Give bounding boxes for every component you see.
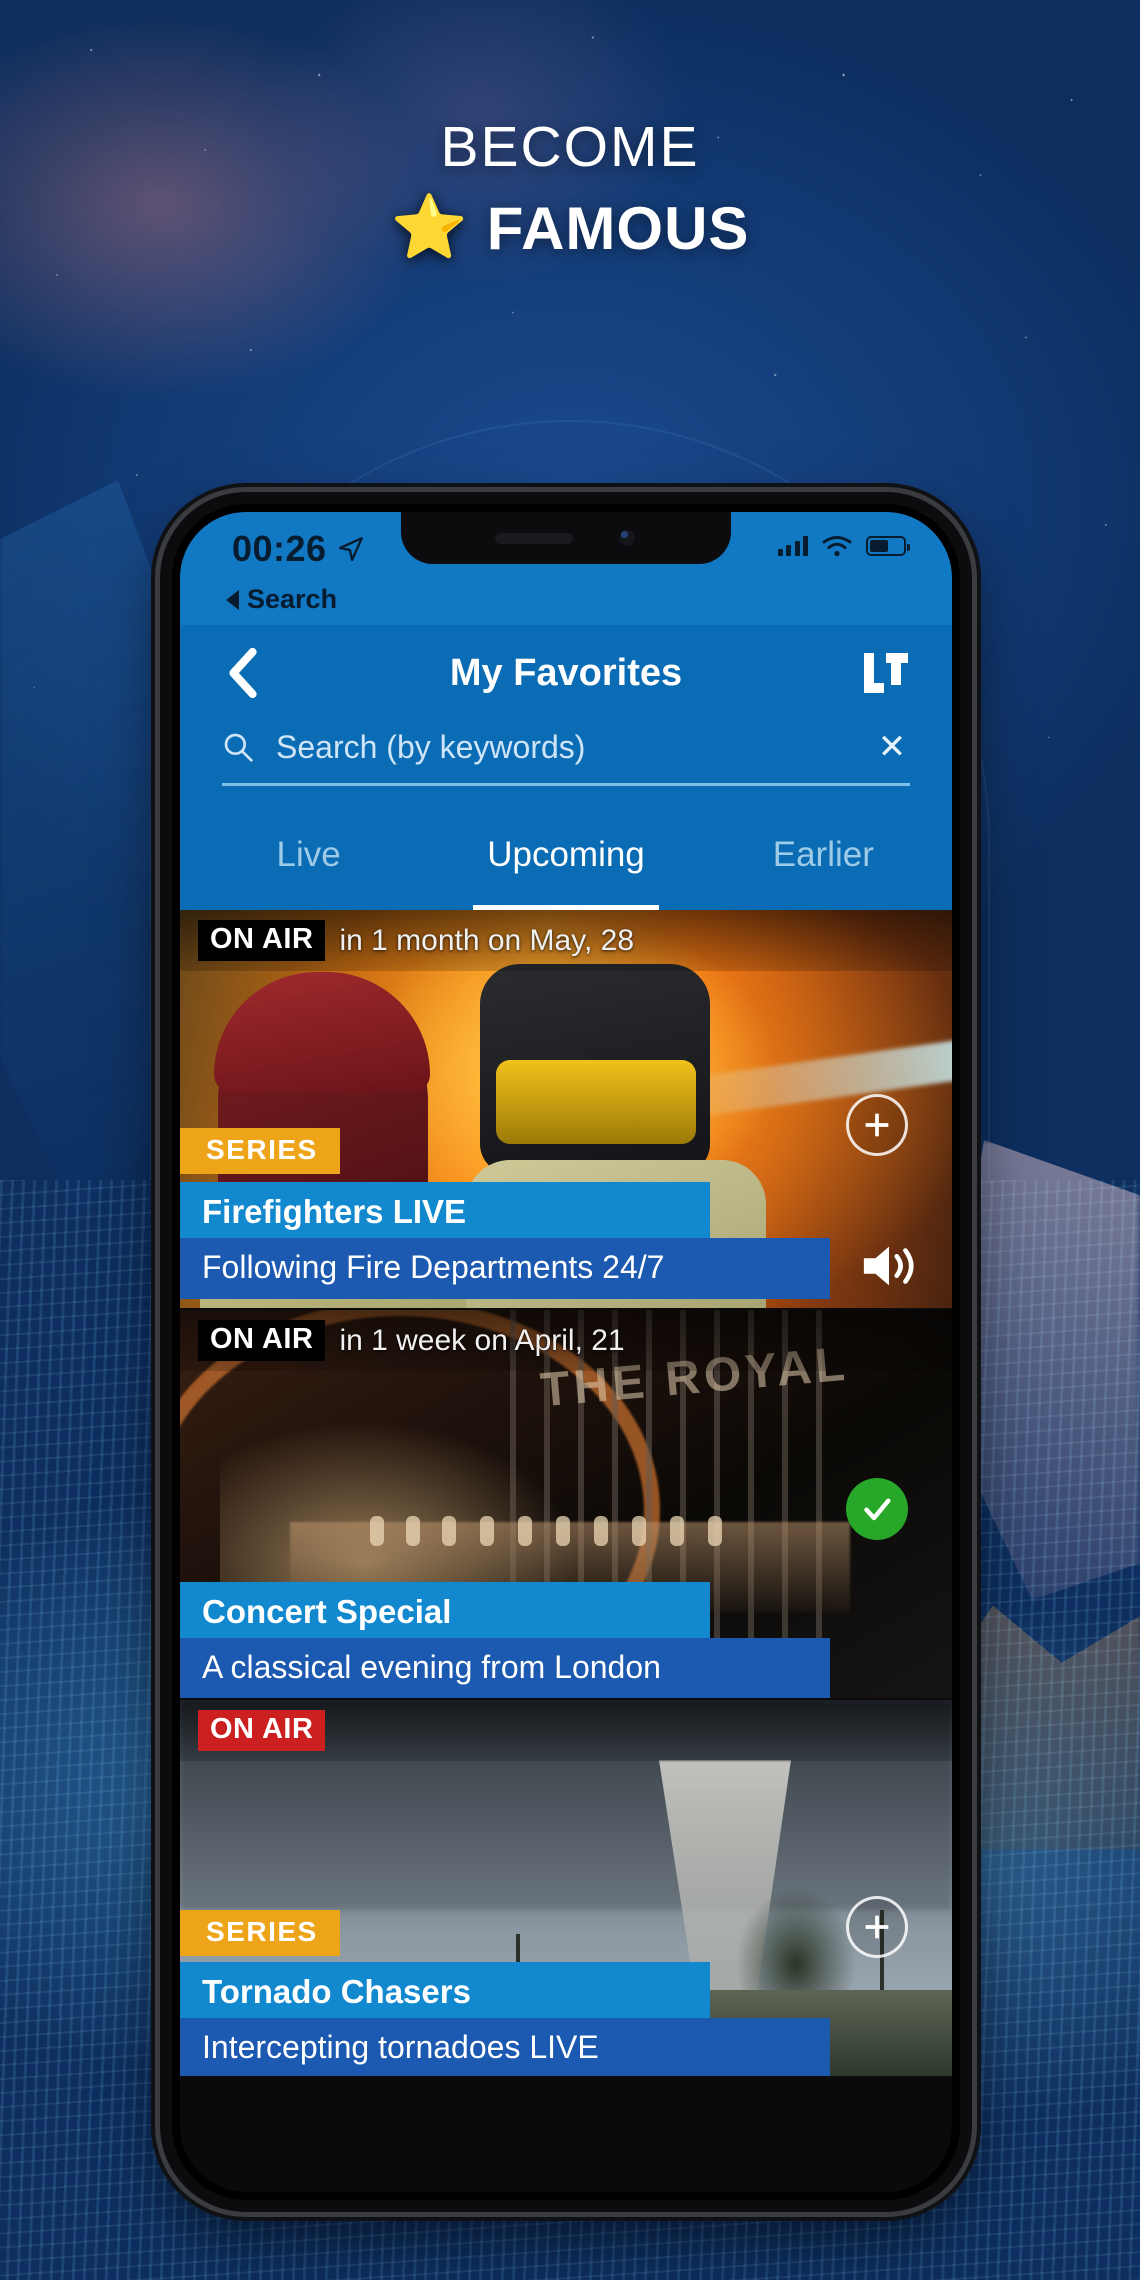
series-badge: SERIES [180,1910,340,1956]
list-item[interactable]: ON AIR in 1 month on May, 28 SERIES Fire… [180,910,952,1310]
card-title: Firefighters LIVE [180,1182,710,1244]
orchestra-member [632,1516,646,1546]
card-schedule-row: ON AIR [180,1700,952,1761]
status-badge: ON AIR [198,1320,326,1361]
card-subtitle: Following Fire Departments 24/7 [180,1238,830,1299]
add-plus-icon[interactable] [846,1896,908,1958]
search-icon [224,733,253,762]
schedule-text: in 1 month on May, 28 [339,923,635,957]
promo-headline: BECOME ⭐ FAMOUS [0,115,1140,263]
earpiece-speaker [495,532,573,544]
orchestra-member [594,1516,608,1546]
status-badge: ON AIR [198,1710,326,1751]
broadcast-feed-list[interactable]: ON AIR in 1 month on May, 28 SERIES Fire… [180,910,952,2078]
orchestra-member [370,1516,384,1546]
tab-live[interactable]: Live [180,800,437,910]
page-title: My Favorites [449,651,683,694]
orchestra-member [708,1516,722,1546]
firefighter-a-helmet [214,972,430,1092]
search-input[interactable] [276,728,852,766]
check-glyph [864,1498,891,1521]
status-bar-right [777,528,910,557]
wifi-icon [822,536,852,557]
orchestra-member [518,1516,532,1546]
speaker-on-icon[interactable] [860,1240,918,1292]
headline-line-1: BECOME [440,115,700,179]
search-section: ✕ [180,721,952,800]
card-subtitle: Intercepting tornadoes LIVE [180,2018,830,2076]
card-schedule-row: ON AIR in 1 month on May, 28 [180,910,952,971]
cellular-bars-icon [777,536,808,556]
lt-logo-icon[interactable] [860,649,912,697]
phone-bezel: 00:26 Search My Favorites Search (by key… [172,504,960,2200]
list-item[interactable]: THE ROYAL ON AIR in 1 week on April, 21 … [180,1310,952,1700]
orchestra-member [442,1516,456,1546]
back-triangle-icon [226,589,239,610]
search-row: ✕ [222,721,910,783]
headline-line-2: FAMOUS [486,194,750,262]
app-navigation-bar: My Favorites [180,625,952,721]
return-to-search-app[interactable]: Search [180,584,952,625]
check-circle-icon[interactable] [846,1478,908,1540]
tab-earlier[interactable]: Earlier [695,800,952,910]
phone-notch [401,512,731,564]
schedule-text: in 1 week on April, 21 [339,1323,625,1357]
add-plus-icon[interactable] [846,1094,908,1156]
card-title: Concert Special [180,1582,710,1644]
card-schedule-row: ON AIR in 1 week on April, 21 [180,1310,952,1371]
clear-x-icon[interactable]: ✕ [874,727,910,767]
headline-line-2-row: ⭐ FAMOUS [0,194,1140,263]
orchestra-member [406,1516,420,1546]
status-badge: ON AIR [198,920,326,961]
phone-screen: 00:26 Search My Favorites Search (by key… [180,512,952,2192]
orchestra-member [670,1516,684,1546]
orchestra-member [556,1516,570,1546]
tab-upcoming[interactable]: Upcoming [437,800,694,910]
battery-icon [866,536,910,556]
return-app-label: Search [247,584,338,614]
front-camera [617,528,637,548]
phone-device-frame: 00:26 Search My Favorites Search (by key… [160,492,972,2212]
card-subtitle: A classical evening from London [180,1638,830,1698]
firefighter-b-visor [496,1060,696,1144]
plus-glyph [865,1915,889,1939]
status-clock: 00:26 [232,528,327,569]
orchestra-member [480,1516,494,1546]
back-chevron-icon[interactable] [220,646,266,700]
plus-glyph [865,1113,889,1137]
series-badge: SERIES [180,1128,340,1174]
card-title: Tornado Chasers [180,1962,710,2024]
content-tabs: Live Upcoming Earlier [180,800,952,910]
status-bar-left: 00:26 [232,528,364,570]
star-icon: ⭐ [390,193,469,263]
list-item[interactable]: ON AIR SERIES Tornado Chasers Intercepti… [180,1700,952,2078]
location-arrow-icon [338,536,363,562]
search-underline [222,783,910,786]
